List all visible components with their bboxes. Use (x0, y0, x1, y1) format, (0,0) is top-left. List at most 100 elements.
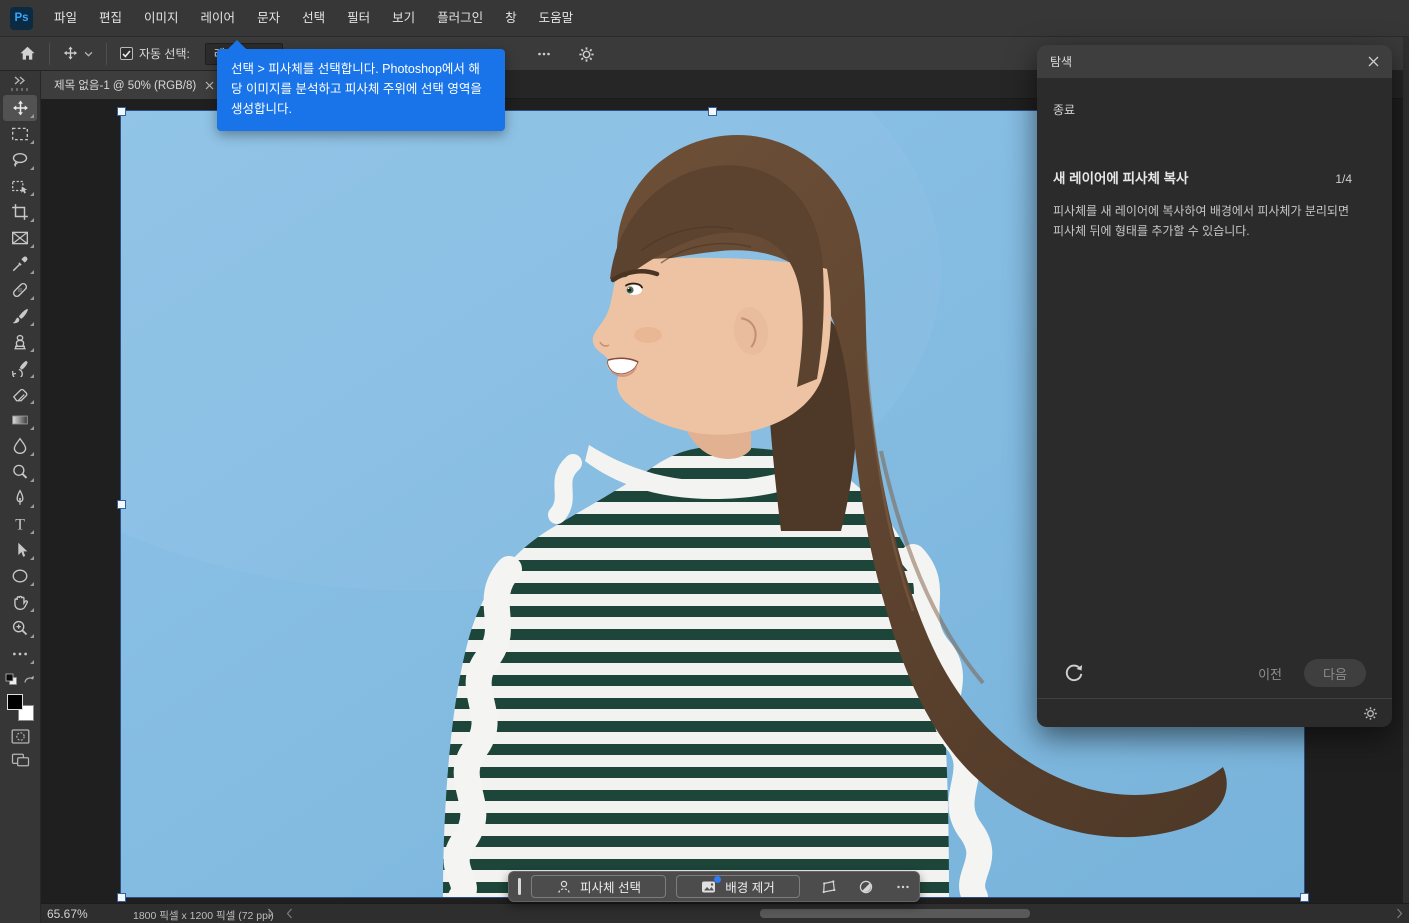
rectangular-marquee-tool[interactable] (3, 121, 37, 147)
object-selection-tool[interactable] (3, 173, 37, 199)
adjustments-button[interactable] (851, 875, 880, 898)
select-subject-button[interactable]: 피사체 선택 (531, 875, 666, 898)
chevron-right-icon (267, 908, 274, 919)
tool-preset-move[interactable] (56, 41, 100, 67)
menu-bar: Ps 파일 편집 이미지 레이어 문자 선택 필터 보기 플러그인 창 도움말 (0, 0, 1409, 37)
menu-item-layer[interactable]: 레이어 (190, 0, 247, 37)
menu-item-help[interactable]: 도움말 (528, 0, 585, 37)
blur-tool[interactable] (3, 433, 37, 459)
selection-handle-middle-left[interactable] (117, 500, 126, 509)
default-colors-icon[interactable] (5, 673, 19, 687)
step-header: 새 레이어에 피사체 복사 1/4 (1053, 167, 1352, 187)
selection-handle-bottom-left[interactable] (117, 893, 126, 902)
chevron-down-icon (84, 51, 93, 57)
status-popup-chevron[interactable] (267, 908, 274, 919)
menu-item-edit[interactable]: 편집 (88, 0, 133, 37)
options-more-button[interactable] (528, 41, 560, 67)
ellipse-tool-icon (11, 567, 29, 585)
path-selection-tool[interactable] (3, 537, 37, 563)
frame-tool[interactable] (3, 225, 37, 251)
document-tab-title: 제목 없음-1 @ 50% (RGB/8) (54, 77, 196, 93)
previous-button[interactable]: 이전 (1236, 664, 1304, 683)
marquee-tool-icon (11, 125, 29, 143)
menu-item-plugins[interactable]: 플러그인 (426, 0, 494, 37)
refresh-icon (1063, 662, 1085, 684)
subtool-indicator (30, 166, 34, 170)
next-button[interactable]: 다음 (1304, 659, 1366, 687)
zoom-level-field[interactable]: 65.67% (47, 907, 88, 921)
horizontal-scrollbar-thumb[interactable] (760, 909, 1030, 918)
panel-grip[interactable] (11, 88, 29, 91)
auto-select-label: 자동 선택: (139, 45, 190, 62)
select-subject-tooltip: 선택 > 피사체를 선택합니다. Photoshop에서 해당 이미지를 분석하… (217, 49, 505, 131)
menu-item-filter[interactable]: 필터 (336, 0, 381, 37)
more-tools-button[interactable] (3, 641, 37, 667)
transform-button[interactable] (814, 875, 843, 898)
close-icon[interactable] (1368, 56, 1379, 67)
crop-tool[interactable] (3, 199, 37, 225)
foreground-color-swatch[interactable] (7, 694, 23, 710)
selection-handle-bottom-right[interactable] (1300, 893, 1309, 902)
selection-handle-top-middle[interactable] (708, 107, 717, 116)
crop-tool-icon (11, 203, 29, 221)
restart-button[interactable] (1063, 662, 1085, 684)
ellipsis-icon (11, 645, 29, 663)
menu-item-file[interactable]: 파일 (43, 0, 88, 37)
spot-healing-brush-tool[interactable] (3, 277, 37, 303)
swap-colors-icon[interactable] (23, 674, 36, 686)
zoom-tool[interactable] (3, 615, 37, 641)
check-icon (122, 50, 131, 58)
screen-mode-icon[interactable] (11, 752, 30, 768)
panel-settings-button[interactable] (1363, 706, 1378, 721)
gradient-tool-icon (11, 411, 29, 429)
lasso-tool[interactable] (3, 147, 37, 173)
scroll-left-chevron[interactable] (286, 908, 293, 919)
hand-tool[interactable] (3, 589, 37, 615)
close-icon[interactable] (205, 81, 214, 90)
ellipse-tool[interactable] (3, 563, 37, 589)
path-selection-tool-icon (11, 541, 29, 559)
quick-mask-icon[interactable] (11, 728, 30, 745)
subtool-indicator (30, 426, 34, 430)
document-tab[interactable]: 제목 없음-1 @ 50% (RGB/8) (41, 71, 225, 99)
scroll-right-chevron[interactable] (1396, 908, 1403, 919)
clone-stamp-tool[interactable] (3, 329, 37, 355)
eraser-tool[interactable] (3, 381, 37, 407)
eyedropper-tool[interactable] (3, 251, 37, 277)
move-icon (63, 46, 78, 61)
workspace-settings-button[interactable] (571, 41, 602, 67)
divider (1037, 698, 1392, 699)
panel-dock-strip (1403, 37, 1409, 903)
remove-background-button[interactable]: 배경 제거 (676, 875, 800, 898)
auto-select-checkbox[interactable]: 자동 선택: (113, 41, 197, 67)
brush-tool[interactable] (3, 303, 37, 329)
document-info: 1800 픽셀 x 1200 픽셀 (72 ppi) (133, 908, 274, 923)
menu-item-select[interactable]: 선택 (291, 0, 336, 37)
menu-item-window[interactable]: 창 (494, 0, 528, 37)
foreground-background-swatches[interactable] (7, 694, 34, 721)
exit-link[interactable]: 종료 (1053, 101, 1075, 118)
menu-item-image[interactable]: 이미지 (133, 0, 190, 37)
menu-item-type[interactable]: 문자 (246, 0, 291, 37)
collapse-tools-button[interactable] (13, 76, 27, 85)
svg-text:T: T (15, 517, 25, 533)
step-description: 피사체를 새 레이어에 복사하여 배경에서 피사체가 분리되면 피사체 뒤에 형… (1053, 201, 1363, 241)
pen-tool[interactable] (3, 485, 37, 511)
subtool-indicator (30, 634, 34, 638)
history-brush-tool[interactable] (3, 355, 37, 381)
selection-handle-top-left[interactable] (117, 107, 126, 116)
subtool-indicator (30, 582, 34, 586)
home-button[interactable] (12, 41, 43, 67)
select-subject-label: 피사체 선택 (580, 877, 641, 896)
photoshop-logo: Ps (10, 7, 33, 30)
gradient-tool[interactable] (3, 407, 37, 433)
menu-item-view[interactable]: 보기 (381, 0, 426, 37)
discover-panel-header[interactable]: 탐색 (1037, 45, 1392, 78)
home-icon (19, 45, 36, 62)
move-tool[interactable] (3, 95, 37, 121)
taskbar-drag-handle[interactable] (518, 878, 521, 895)
type-tool[interactable]: T (3, 511, 37, 537)
subtool-indicator (30, 140, 34, 144)
taskbar-more-button[interactable] (888, 875, 917, 898)
dodge-tool[interactable] (3, 459, 37, 485)
